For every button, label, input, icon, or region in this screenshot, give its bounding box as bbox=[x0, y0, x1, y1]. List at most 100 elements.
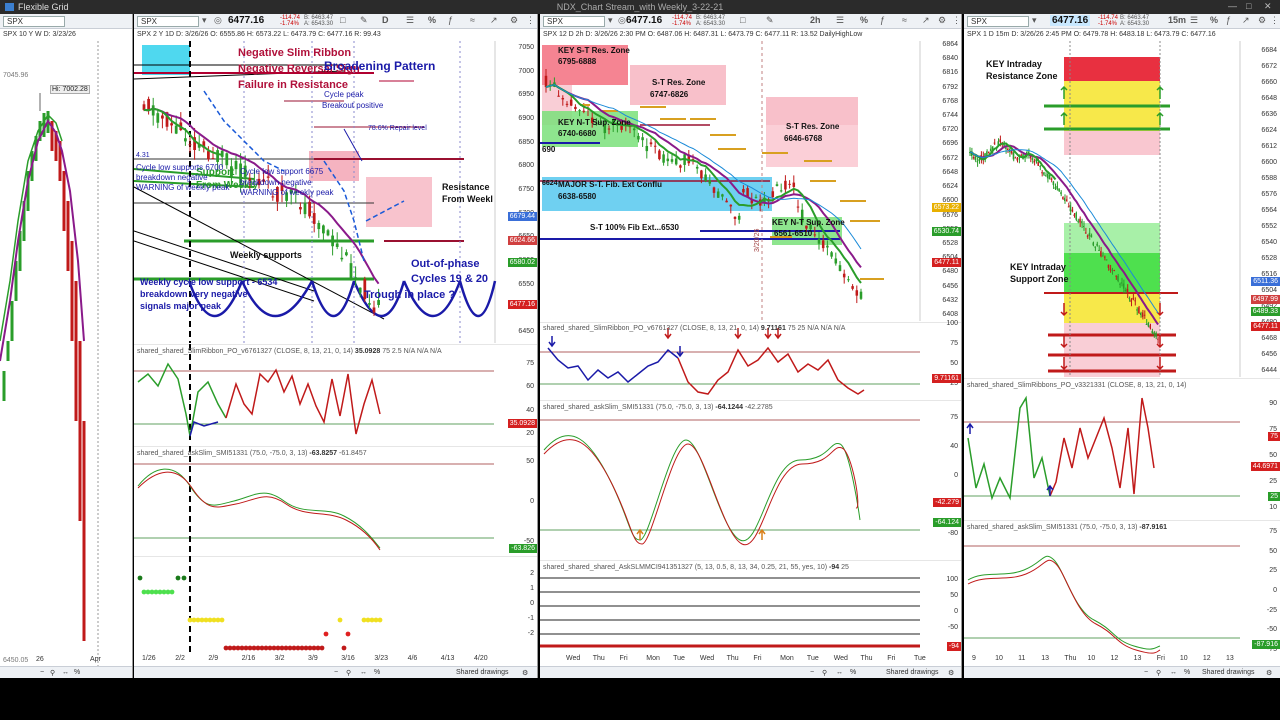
share-icon[interactable]: ↗ bbox=[1242, 15, 1250, 26]
zoom-out-icon[interactable]: − bbox=[334, 669, 338, 676]
shared-drawings-label[interactable]: Shared drawings bbox=[1202, 669, 1255, 676]
style-icon[interactable]: ✎ bbox=[766, 15, 774, 26]
candle bbox=[1136, 309, 1138, 311]
compare-icon[interactable]: ≈ bbox=[470, 15, 475, 25]
studies-icon[interactable]: ƒ bbox=[1226, 15, 1231, 25]
candle bbox=[1052, 181, 1055, 186]
slim-ribbon-study[interactable] bbox=[134, 344, 538, 444]
drawing-icon[interactable]: ☰ bbox=[836, 15, 844, 26]
dots-study[interactable] bbox=[134, 556, 538, 654]
study-axis-label: 50 bbox=[950, 360, 958, 367]
candle bbox=[649, 142, 653, 145]
slim-ribbon-study[interactable] bbox=[540, 322, 962, 398]
percent-icon[interactable]: % bbox=[374, 669, 380, 676]
settings-icon[interactable]: ⚙ bbox=[948, 669, 954, 677]
zoom-out-icon[interactable]: − bbox=[40, 669, 44, 676]
date-label: 3/16 bbox=[341, 655, 355, 662]
candle bbox=[331, 235, 334, 247]
chart-panel-2h[interactable]: SPX ▾ ◎ 6477.16 -114.74 -1.74% B: 6463.47… bbox=[540, 14, 962, 678]
settings-icon[interactable]: ⚙ bbox=[522, 669, 528, 677]
chart-type-icon[interactable]: □ bbox=[340, 15, 345, 25]
chart-panel-15m[interactable]: SPX ▾ 6477.16 -114.74 -1.74% B: 6463.47 A:… bbox=[964, 14, 1280, 678]
dropdown-icon[interactable]: ▾ bbox=[1032, 15, 1037, 26]
dropdown-icon[interactable]: ▾ bbox=[608, 15, 613, 26]
zoom-in-icon[interactable]: ⚲ bbox=[50, 669, 55, 677]
symbol-input[interactable]: SPX bbox=[967, 16, 1029, 27]
smi-study[interactable] bbox=[134, 446, 538, 554]
settings-icon[interactable]: ⚙ bbox=[1266, 669, 1272, 677]
maximize-icon[interactable]: □ bbox=[1246, 1, 1251, 11]
annotation-repair: 78.6% Repair level bbox=[368, 125, 427, 132]
annotation-cycle-low: Cycle low supports 6700 bbox=[136, 163, 224, 172]
percent-icon[interactable]: % bbox=[850, 669, 856, 676]
candle bbox=[372, 307, 376, 313]
price-tag: 6573.22 bbox=[931, 203, 961, 212]
timeframe-button[interactable]: 2h bbox=[810, 15, 821, 25]
more-icon[interactable]: ⋮ bbox=[952, 15, 961, 26]
settings-icon[interactable]: ⚙ bbox=[938, 15, 946, 26]
mci-study[interactable] bbox=[540, 560, 962, 656]
shared-drawings-label[interactable]: Shared drawings bbox=[456, 669, 509, 676]
share-icon[interactable]: ↗ bbox=[922, 15, 930, 26]
link-icon[interactable]: ◎ bbox=[214, 15, 222, 26]
dropdown-icon[interactable]: ▾ bbox=[202, 15, 207, 26]
candle bbox=[211, 158, 215, 160]
candle bbox=[754, 196, 758, 198]
pan-icon[interactable]: ↔ bbox=[836, 669, 843, 676]
zoom-in-icon[interactable]: ⚲ bbox=[822, 669, 827, 677]
candle bbox=[1155, 332, 1157, 337]
settings-icon[interactable]: ⚙ bbox=[1258, 15, 1266, 26]
pan-icon[interactable]: ↔ bbox=[1170, 669, 1177, 676]
percent-icon[interactable]: % bbox=[1184, 669, 1190, 676]
date-label: Thu bbox=[726, 655, 739, 662]
percent-button[interactable]: % bbox=[428, 15, 436, 25]
date-label: 12 bbox=[1110, 655, 1119, 662]
symbol-input[interactable]: SPX bbox=[3, 16, 65, 27]
more-icon[interactable]: ⋮ bbox=[526, 15, 535, 26]
zoom-in-icon[interactable]: ⚲ bbox=[1156, 669, 1161, 677]
smi-study[interactable] bbox=[540, 400, 962, 560]
slim-ribbon-study[interactable] bbox=[964, 378, 1280, 518]
date-label: Thu bbox=[592, 655, 605, 662]
pan-icon[interactable]: ↔ bbox=[62, 669, 69, 676]
smi-study[interactable] bbox=[964, 520, 1280, 656]
settings-icon[interactable]: ⚙ bbox=[510, 15, 518, 26]
candle bbox=[1084, 232, 1087, 234]
symbol-input[interactable]: SPX bbox=[543, 16, 605, 27]
close-icon[interactable]: ✕ bbox=[1264, 1, 1272, 12]
zoom-out-icon[interactable]: − bbox=[1144, 669, 1148, 676]
share-icon[interactable]: ↗ bbox=[490, 15, 498, 26]
annotation-breakdown: breakdown negative bbox=[136, 173, 208, 182]
timeframe-button[interactable]: 15m bbox=[1168, 15, 1186, 25]
candle bbox=[188, 144, 192, 146]
signal-dot bbox=[169, 589, 175, 595]
percent-button[interactable]: % bbox=[1210, 15, 1218, 25]
symbol-input[interactable]: SPX bbox=[137, 16, 199, 27]
candle bbox=[1090, 235, 1093, 237]
price-chart-weekly[interactable] bbox=[0, 41, 133, 666]
drawing-icon[interactable]: ☰ bbox=[406, 15, 414, 26]
link-icon[interactable]: ◎ bbox=[618, 15, 626, 26]
shared-drawings-label[interactable]: Shared drawings bbox=[886, 669, 939, 676]
studies-icon[interactable]: ƒ bbox=[448, 15, 453, 25]
drawing-icon[interactable]: ☰ bbox=[1190, 15, 1198, 26]
zoom-in-icon[interactable]: ⚲ bbox=[346, 669, 351, 677]
percent-button[interactable]: % bbox=[860, 15, 868, 25]
candle bbox=[1064, 197, 1066, 202]
chart-type-icon[interactable]: □ bbox=[740, 15, 745, 25]
timeframe-button[interactable]: D bbox=[382, 15, 389, 25]
zoom-out-icon[interactable]: − bbox=[810, 669, 814, 676]
compare-icon[interactable]: ≈ bbox=[902, 15, 907, 25]
candle bbox=[842, 273, 846, 278]
chart-panel-weekly[interactable]: SPX SPX 10 Y W D: 3/23/26 Hi: 7002.28 70… bbox=[0, 14, 133, 678]
chart-panel-daily[interactable]: SPX ▾ ◎ 6477.16 -114.74 -1.74% B: 6463.47… bbox=[134, 14, 538, 678]
price-chart-15m[interactable] bbox=[964, 41, 1280, 377]
study-value-tag: 25 bbox=[1268, 492, 1280, 501]
candle bbox=[784, 180, 787, 190]
style-icon[interactable]: ✎ bbox=[360, 15, 368, 26]
minimize-icon[interactable]: — bbox=[1228, 1, 1237, 11]
percent-icon[interactable]: % bbox=[74, 669, 80, 676]
more-icon[interactable]: ⋮ bbox=[1270, 15, 1279, 26]
pan-icon[interactable]: ↔ bbox=[360, 669, 367, 676]
studies-icon[interactable]: ƒ bbox=[880, 15, 885, 25]
